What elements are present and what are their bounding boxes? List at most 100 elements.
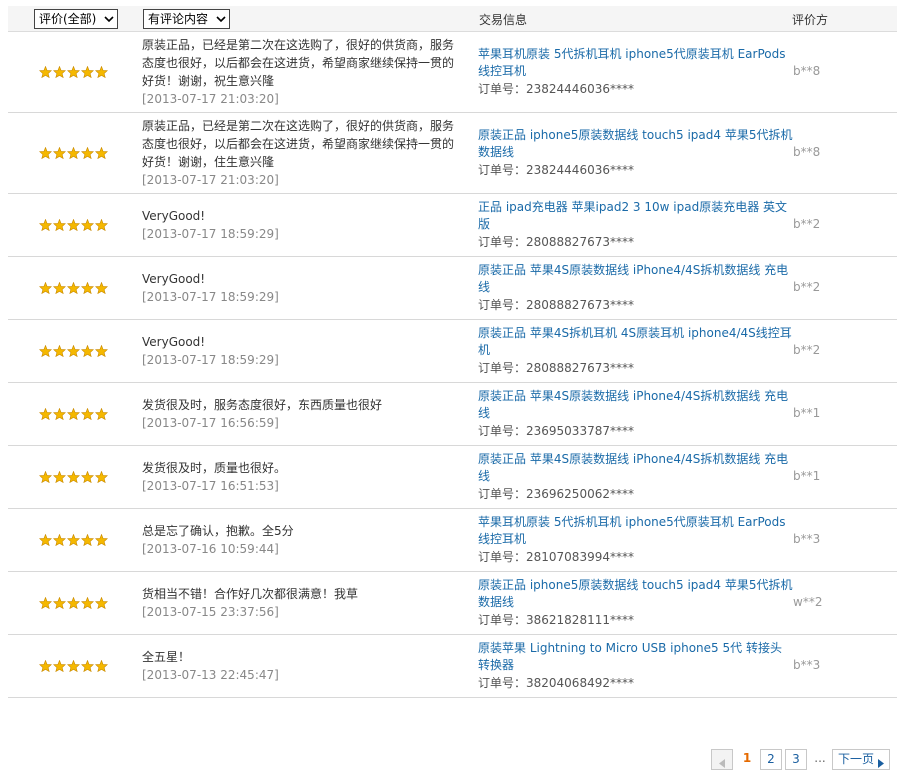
star-icon (53, 660, 66, 672)
star-icon (81, 597, 94, 609)
comment-time: [2013-07-13 22:45:47] (142, 668, 279, 682)
star-icon (67, 345, 80, 357)
order-number: 订单号：23696250062**** (478, 487, 634, 501)
trade-info: 苹果耳机原装 5代拆机耳机 iphone5代原装耳机 EarPods线控耳机订单… (478, 46, 796, 98)
star-icon (39, 345, 52, 357)
page-3-button[interactable]: 3 (785, 749, 807, 770)
star-icon (39, 660, 52, 672)
product-link[interactable]: 原装正品 苹果4S原装数据线 iPhone4/4S拆机数据线 充电线 (478, 388, 796, 422)
review-comment: 发货很及时，质量也很好。 [2013-07-17 16:51:53] (142, 459, 460, 495)
order-number: 订单号：28088827673**** (478, 298, 634, 312)
star-icon (67, 597, 80, 609)
star-icon (81, 408, 94, 420)
rater-name: b**3 (793, 658, 821, 672)
comment-time: [2013-07-16 10:59:44] (142, 542, 279, 556)
star-icon (53, 534, 66, 546)
comment-text: VeryGood! (142, 335, 206, 349)
review-comment: 原装正品，已经是第二次在这选购了，很好的供货商，服务态度也很好，以后都会在这进货… (142, 117, 460, 189)
rating-stars (39, 147, 108, 159)
star-icon (95, 219, 108, 231)
chevron-down-icon (216, 14, 226, 24)
page-2-button[interactable]: 2 (760, 749, 782, 770)
rating-filter-value: 评价(全部) (39, 12, 97, 26)
next-page-button[interactable]: 下一页 (832, 749, 890, 770)
star-icon (53, 219, 66, 231)
star-icon (95, 345, 108, 357)
rating-stars (39, 597, 108, 609)
star-icon (81, 66, 94, 78)
star-icon (95, 597, 108, 609)
comment-text: VeryGood! (142, 209, 206, 223)
comment-text: 发货很及时，服务态度很好，东西质量也很好 (142, 398, 383, 412)
review-list: 原装正品，已经是第二次在这选购了，很好的供货商，服务态度也很好，以后都会在这进货… (8, 32, 897, 698)
order-number: 订单号：23824446036**** (478, 163, 634, 177)
star-icon (81, 534, 94, 546)
comment-time: [2013-07-17 21:03:20] (142, 173, 279, 187)
rating-filter-select[interactable]: 评价(全部) (34, 9, 118, 29)
table-row: 原装正品，已经是第二次在这选购了，很好的供货商，服务态度也很好，以后都会在这进货… (8, 32, 897, 113)
review-comment: 货相当不错！合作好几次都很满意！我草 [2013-07-15 23:37:56] (142, 585, 460, 621)
comment-text: 原装正品，已经是第二次在这选购了，很好的供货商，服务态度也很好，以后都会在这进货… (142, 38, 455, 88)
rating-stars (39, 660, 108, 672)
review-comment: VeryGood! [2013-07-17 18:59:29] (142, 207, 460, 243)
order-number: 订单号：38204068492**** (478, 676, 634, 690)
comment-time: [2013-07-15 23:37:56] (142, 605, 279, 619)
content-filter-select[interactable]: 有评论内容 (143, 9, 230, 29)
star-icon (39, 408, 52, 420)
prev-page-button[interactable] (711, 749, 733, 770)
product-link[interactable]: 苹果耳机原装 5代拆机耳机 iphone5代原装耳机 EarPods线控耳机 (478, 46, 796, 80)
table-row: VeryGood! [2013-07-17 18:59:29] 原装正品 苹果4S拆… (8, 320, 897, 383)
next-page-label: 下一页 (838, 752, 875, 766)
triangle-right-icon (878, 755, 884, 774)
star-icon (67, 66, 80, 78)
review-comment: 原装正品，已经是第二次在这选购了，很好的供货商，服务态度也很好，以后都会在这进货… (142, 36, 460, 108)
star-icon (39, 282, 52, 294)
rater-name: b**2 (793, 280, 821, 294)
trade-info: 原装正品 苹果4S原装数据线 iPhone4/4S拆机数据线 充电线订单号：28… (478, 262, 796, 314)
review-comment: 全五星！ [2013-07-13 22:45:47] (142, 648, 460, 684)
comment-text: 总是忘了确认，抱歉。全5分 (142, 524, 294, 538)
table-header: 评价(全部) 有评论内容 交易信息 评价方 (8, 6, 897, 32)
product-link[interactable]: 正品 ipad充电器 苹果ipad2 3 10w ipad原装充电器 英文版 (478, 199, 796, 233)
table-row: VeryGood! [2013-07-17 18:59:29] 正品 ipad充电器… (8, 194, 897, 257)
star-icon (95, 66, 108, 78)
table-row: 原装正品，已经是第二次在这选购了，很好的供货商，服务态度也很好，以后都会在这进货… (8, 113, 897, 194)
star-icon (67, 282, 80, 294)
content-filter-value: 有评论内容 (148, 12, 209, 26)
table-row: 发货很及时，服务态度很好，东西质量也很好 [2013-07-17 16:56:59… (8, 383, 897, 446)
product-link[interactable]: 原装正品 iphone5原装数据线 touch5 ipad4 苹果5代拆机数据线 (478, 577, 796, 611)
star-icon (53, 345, 66, 357)
star-icon (53, 597, 66, 609)
rater-name: w**2 (793, 595, 823, 609)
comment-text: 货相当不错！合作好几次都很满意！我草 (142, 587, 359, 601)
star-icon (81, 282, 94, 294)
order-number: 订单号：38621828111**** (478, 613, 634, 627)
review-comment: 总是忘了确认，抱歉。全5分 [2013-07-16 10:59:44] (142, 522, 460, 558)
review-comment: VeryGood! [2013-07-17 18:59:29] (142, 270, 460, 306)
rating-stars (39, 219, 108, 231)
trade-info-header: 交易信息 (479, 13, 528, 27)
product-link[interactable]: 原装正品 苹果4S拆机耳机 4S原装耳机 iphone4/4S线控耳机 (478, 325, 796, 359)
star-icon (95, 147, 108, 159)
rating-stars (39, 408, 108, 420)
table-row: 货相当不错！合作好几次都很满意！我草 [2013-07-15 23:37:56] 原… (8, 572, 897, 635)
triangle-left-icon (719, 755, 725, 774)
star-icon (67, 147, 80, 159)
star-icon (95, 534, 108, 546)
product-link[interactable]: 原装正品 苹果4S原装数据线 iPhone4/4S拆机数据线 充电线 (478, 262, 796, 296)
product-link[interactable]: 苹果耳机原装 5代拆机耳机 iphone5代原装耳机 EarPods线控耳机 (478, 514, 796, 548)
table-row: VeryGood! [2013-07-17 18:59:29] 原装正品 苹果4S原… (8, 257, 897, 320)
comment-time: [2013-07-17 18:59:29] (142, 353, 279, 367)
star-icon (67, 660, 80, 672)
star-icon (53, 408, 66, 420)
order-number: 订单号：23824446036**** (478, 82, 634, 96)
rater-name: b**1 (793, 469, 821, 483)
star-icon (39, 597, 52, 609)
trade-info: 原装正品 iphone5原装数据线 touch5 ipad4 苹果5代拆机数据线… (478, 577, 796, 629)
comment-text: 全五星！ (142, 650, 191, 664)
product-link[interactable]: 原装正品 苹果4S原装数据线 iPhone4/4S拆机数据线 充电线 (478, 451, 796, 485)
star-icon (53, 282, 66, 294)
product-link[interactable]: 原装正品 iphone5原装数据线 touch5 ipad4 苹果5代拆机数据线 (478, 127, 796, 161)
star-icon (39, 219, 52, 231)
product-link[interactable]: 原装苹果 Lightning to Micro USB iphone5 5代 转… (478, 640, 796, 674)
